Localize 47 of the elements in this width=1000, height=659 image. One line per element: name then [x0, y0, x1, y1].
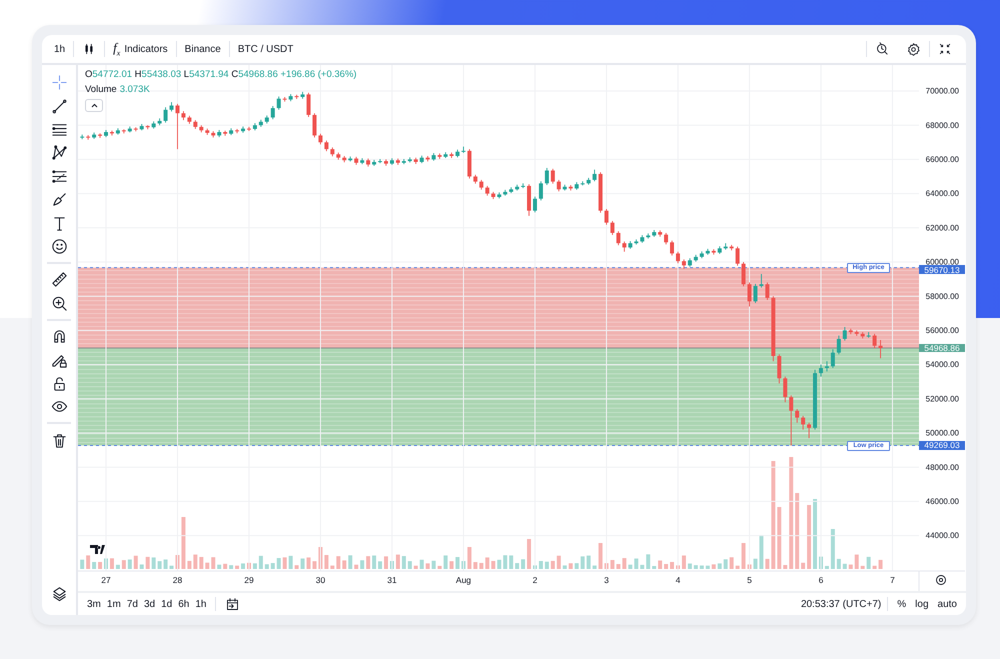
range-button[interactable]: 1d	[158, 594, 176, 614]
time-axis-label: 6	[818, 575, 824, 585]
time-axis-label: 3	[604, 575, 609, 585]
time-axis-label: 5	[747, 575, 752, 585]
high-price-tag: 59670.13	[919, 265, 965, 274]
time-axis-label: Aug	[456, 575, 472, 585]
time-axis-label: 2	[532, 575, 538, 585]
time-axis-label: 7	[890, 575, 895, 585]
price-axis-label: 44000.00	[926, 531, 959, 540]
price-axis-label: 66000.00	[926, 155, 959, 164]
interval-button[interactable]: 1h	[46, 38, 74, 60]
price-axis-label: 46000.00	[926, 497, 959, 506]
range-button[interactable]: 3d	[140, 594, 158, 614]
range-button[interactable]: 1m	[104, 594, 124, 614]
symbol-button[interactable]: BTC / USDT	[230, 38, 302, 60]
price-axis-label: 68000.00	[926, 120, 959, 130]
exchange-button[interactable]: Binance	[176, 38, 229, 60]
price-axis-label: 58000.00	[926, 292, 959, 301]
range-button[interactable]: 3m	[84, 594, 104, 614]
scale-option-button[interactable]: %	[894, 594, 910, 614]
price-axis-label: 70000.00	[926, 86, 959, 96]
range-button[interactable]: 1h	[192, 594, 210, 614]
price-axis-label: 52000.00	[926, 394, 959, 404]
time-axis-label: 29	[244, 575, 254, 585]
volume-label: Volume	[85, 84, 117, 95]
function-symbol: f$_{x}$	[113, 40, 120, 58]
price-axis-label: 54000.00	[926, 360, 959, 370]
ohlc-readout: O54772.01 H55438.03 L54371.94 C54968.86 +196.86 (+0.36%)	[85, 69, 357, 80]
price-axis-label: 64000.00	[926, 189, 959, 198]
price-axis-label: 50000.00	[926, 428, 959, 438]
time-axis-label: 27	[101, 575, 111, 585]
scale-option-button[interactable]: auto	[934, 594, 960, 614]
range-button[interactable]: 7d	[124, 594, 141, 614]
clock-time: 20:53:37 (UTC+7)	[800, 598, 882, 610]
price-axis-label: 62000.00	[926, 223, 959, 232]
price-axis-label: 56000.00	[926, 326, 959, 335]
low-price-tag: 49269.03	[919, 441, 965, 450]
time-axis-label: 4	[676, 575, 680, 585]
time-axis-label: 31	[387, 575, 397, 585]
indicators-button[interactable]: f$_{x}$ Indicators	[105, 38, 176, 60]
price-axis-label: 60000.00	[926, 258, 959, 267]
range-button[interactable]: 6h	[175, 594, 192, 614]
time-axis-label: 30	[316, 575, 326, 585]
scale-option-button[interactable]: log	[912, 594, 932, 614]
volume-value: 3.073K	[120, 84, 150, 95]
price-axis-label: 48000.00	[926, 462, 959, 472]
time-axis-label: 28	[172, 575, 182, 585]
